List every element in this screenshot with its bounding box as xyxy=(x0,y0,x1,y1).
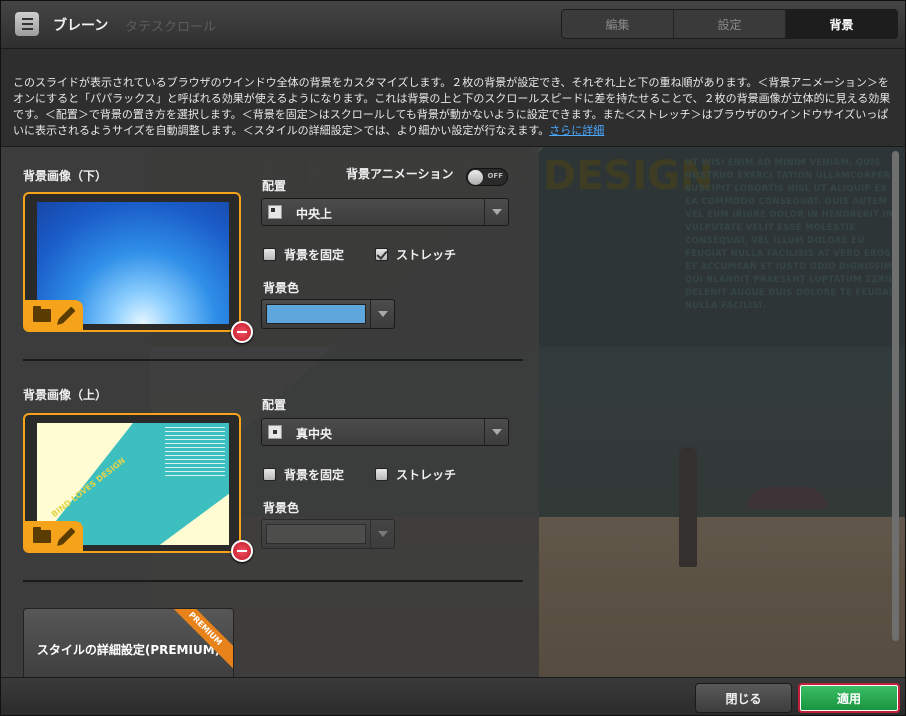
lower-color-label: 背景色 xyxy=(263,281,300,295)
premium-button-label: スタイルの詳細設定(PREMIUM) xyxy=(36,643,221,657)
lower-placement-label: 配置 xyxy=(262,179,287,193)
upper-placement-label: 配置 xyxy=(262,398,287,412)
lower-image-label: 背景画像（下） xyxy=(23,169,108,183)
page-title: ブレーン xyxy=(53,18,109,34)
upper-fix-label: 背景を固定 xyxy=(284,468,345,482)
toggle-state: OFF xyxy=(487,172,503,180)
upper-stretch-box[interactable] xyxy=(375,468,388,481)
upper-image-label: 背景画像（上） xyxy=(23,388,108,402)
scrollbar[interactable] xyxy=(892,151,899,641)
chevron-down-icon xyxy=(484,199,508,225)
bg-animation-label: 背景アニメーション xyxy=(346,167,454,181)
close-button[interactable]: 閉じる xyxy=(695,683,792,713)
pencil-icon[interactable] xyxy=(58,527,75,545)
header-bar: ブレーン タテスクロール 編集 設定 背景 xyxy=(1,1,905,49)
upper-color-select[interactable] xyxy=(261,519,395,549)
thumb-tools xyxy=(25,300,83,330)
lower-color-swatch xyxy=(266,304,366,324)
description-text: このスライドが表示されているブラウザのウインドウ全体の背景をカスタマイズします。… xyxy=(1,49,905,147)
upper-placement-select[interactable]: 真中央 xyxy=(261,418,509,446)
section-divider xyxy=(23,580,523,582)
remove-upper-image-icon[interactable] xyxy=(231,540,253,562)
settings-panel: 背景画像（下） 背景アニメーション OFF 配置 中央上 背景を固定 ストレッチ xyxy=(1,147,539,678)
upper-color-swatch xyxy=(266,524,366,544)
background-settings-window: ブレーン タテスクロール 編集 設定 背景 このスライドが表示されているブラウザ… xyxy=(0,0,906,716)
upper-fix-checkbox[interactable]: 背景を固定 xyxy=(263,466,344,483)
scroll-type-label: タテスクロール xyxy=(125,20,217,35)
tab-edit[interactable]: 編集 xyxy=(562,10,674,38)
bg-animation-toggle[interactable]: OFF xyxy=(466,168,508,186)
folder-icon[interactable] xyxy=(32,526,51,543)
upper-color-label: 背景色 xyxy=(263,501,300,515)
placement-top-icon xyxy=(268,205,282,219)
lower-stretch-box[interactable] xyxy=(375,248,388,261)
footer-bar: 閉じる 適用 xyxy=(1,677,905,715)
folder-icon[interactable] xyxy=(32,305,51,322)
upper-image-thumbnail[interactable]: BIND LOVES DESIGN xyxy=(23,413,241,553)
tab-settings[interactable]: 設定 xyxy=(674,10,786,38)
premium-style-settings-button[interactable]: スタイルの詳細設定(PREMIUM) PREMIUM xyxy=(23,608,234,678)
lower-stretch-label: ストレッチ xyxy=(396,248,457,262)
tab-bar: 編集 設定 背景 xyxy=(561,9,898,39)
menu-icon[interactable] xyxy=(15,12,39,36)
apply-button[interactable]: 適用 xyxy=(798,683,900,713)
tab-background[interactable]: 背景 xyxy=(786,10,897,38)
lower-placement-select[interactable]: 中央上 xyxy=(261,198,509,226)
description-body: このスライドが表示されているブラウザのウインドウ全体の背景をカスタマイズします。… xyxy=(13,76,891,137)
upper-placement-value: 真中央 xyxy=(296,427,333,441)
chevron-down-icon xyxy=(370,300,394,328)
pencil-icon[interactable] xyxy=(58,306,75,324)
upper-fix-box[interactable] xyxy=(263,468,276,481)
remove-lower-image-icon[interactable] xyxy=(231,321,253,343)
lower-fix-label: 背景を固定 xyxy=(284,248,345,262)
toggle-knob xyxy=(468,170,483,185)
lower-color-select[interactable] xyxy=(261,299,395,329)
chevron-down-icon xyxy=(484,419,508,445)
section-divider xyxy=(23,359,523,361)
upper-thumb-text-lines xyxy=(165,427,225,477)
lower-placement-value: 中央上 xyxy=(296,207,333,221)
lower-stretch-checkbox[interactable]: ストレッチ xyxy=(375,246,456,263)
premium-ribbon: PREMIUM xyxy=(163,609,233,671)
upper-stretch-checkbox[interactable]: ストレッチ xyxy=(375,466,456,483)
lower-image-thumbnail[interactable] xyxy=(23,192,241,332)
upper-stretch-label: ストレッチ xyxy=(396,468,457,482)
more-details-link[interactable]: さらに詳細 xyxy=(549,124,604,137)
thumb-tools xyxy=(25,521,83,551)
chevron-down-icon xyxy=(370,520,394,548)
placement-center-icon xyxy=(268,425,282,439)
lower-fix-checkbox[interactable]: 背景を固定 xyxy=(263,246,344,263)
lower-fix-box[interactable] xyxy=(263,248,276,261)
